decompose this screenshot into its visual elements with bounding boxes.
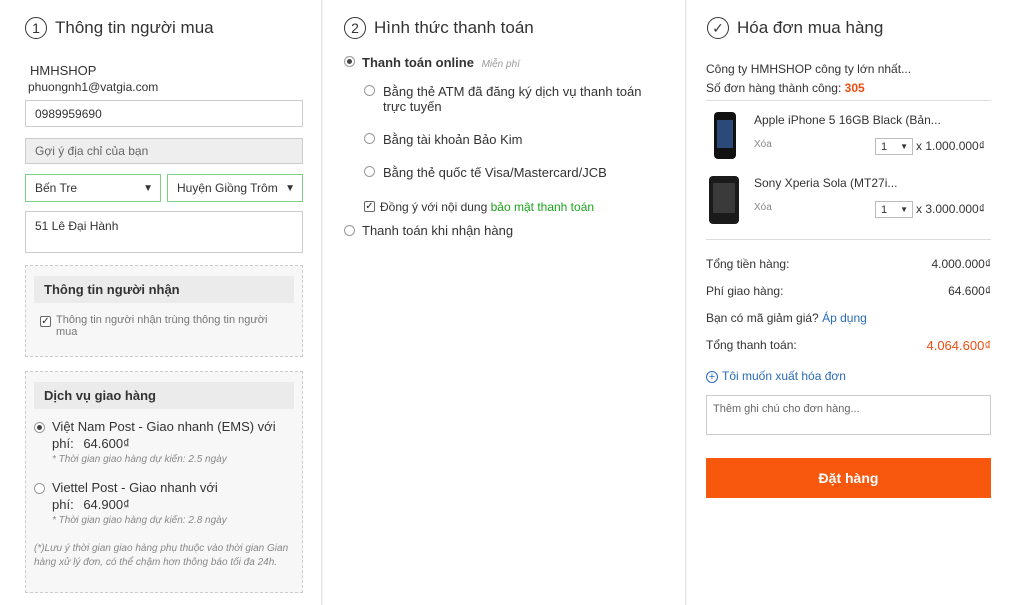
coupon-row: Bạn có mã giảm giá? Áp dụng	[706, 311, 867, 325]
chevron-down-icon: ▼	[285, 182, 295, 194]
buyer-title-text: Thông tin người mua	[55, 18, 214, 37]
agree-label: Đồng ý với nội dung bảo mật thanh toán	[380, 200, 594, 214]
step-number-1: 1	[25, 17, 47, 39]
shop-name: Công ty HMHSHOP công ty lớn nhất...	[706, 62, 912, 76]
invoice-section-title: ✓ Hóa đơn mua hàng	[707, 17, 883, 39]
shipping-box: Dịch vụ giao hàng Việt Nam Post - Giao n…	[25, 371, 303, 593]
quantity-select[interactable]: 1 ▼	[875, 201, 913, 218]
buyer-name: HMHSHOP	[30, 63, 97, 78]
checkmark-icon: ✓	[707, 17, 729, 39]
shipping-option-vnpost-radio[interactable]	[34, 422, 45, 433]
quantity-value: 1	[881, 203, 888, 216]
fee-value: 64.600₫	[83, 436, 130, 451]
iphone-thumbnail	[714, 112, 736, 159]
shipping-option-vnpost-fee: phí: 64.600₫	[52, 436, 130, 451]
buyer-email: phuongnh1@vatgia.com	[28, 80, 159, 94]
buyer-section-title: 1 Thông tin người mua	[25, 17, 214, 39]
divider	[706, 239, 991, 240]
cart-item-price: x 3.000.000₫	[916, 202, 985, 216]
plus-circle-icon: +	[706, 371, 718, 383]
fee-value: 64.900₫	[83, 497, 130, 512]
free-badge: Miễn phí	[481, 59, 520, 70]
chevron-down-icon: ▼	[900, 205, 908, 214]
fee-label: phí:	[52, 436, 74, 451]
invoice-title-text: Hóa đơn mua hàng	[737, 18, 884, 37]
quantity-value: 1	[881, 140, 888, 153]
subtotal-value: 4.000.000₫	[931, 257, 991, 271]
address-input[interactable]: 51 Lê Đại Hành	[25, 211, 303, 253]
step-number-2: 2	[344, 17, 366, 39]
quantity-select[interactable]: 1 ▼	[875, 138, 913, 155]
remove-item-link[interactable]: Xóa	[754, 202, 772, 213]
payment-method-atm-radio[interactable]	[364, 85, 375, 96]
receiver-box: Thông tin người nhận ✓ Thông tin người n…	[25, 265, 303, 357]
apply-coupon-link[interactable]: Áp dụng	[822, 311, 867, 325]
divider	[706, 100, 991, 101]
agree-text: Đồng ý với nội dung	[380, 200, 488, 214]
shipping-option-viettel-fee: phí: 64.900₫	[52, 497, 130, 512]
success-count: 305	[844, 81, 865, 95]
payment-method-atm-label: Bằng thẻ ATM đã đăng ký dịch vụ thanh to…	[383, 84, 642, 114]
shipping-note: (*)Lưu ý thời gian giao hàng phụ thuộc v…	[34, 543, 289, 568]
shipping-fee-value: 64.600₫	[948, 284, 991, 298]
receiver-title: Thông tin người nhận	[34, 276, 294, 303]
shipping-fee-label: Phí giao hàng:	[706, 284, 784, 298]
place-order-button[interactable]: Đặt hàng	[706, 458, 991, 498]
agree-checkbox[interactable]: ✓	[364, 201, 375, 212]
buyer-column: 1 Thông tin người mua HMHSHOP phuongnh1@…	[0, 0, 322, 605]
subtotal-label: Tổng tiền hàng:	[706, 257, 790, 271]
shipping-option-vnpost-label: Việt Nam Post - Giao nhanh (EMS) với	[52, 419, 276, 434]
chevron-down-icon: ▼	[900, 142, 908, 151]
remove-item-link[interactable]: Xóa	[754, 139, 772, 150]
province-value: Bến Tre	[35, 181, 78, 195]
phone-input[interactable]: 0989959690	[25, 100, 303, 127]
success-count-row: Số đơn hàng thành công: 305	[706, 81, 865, 95]
district-value: Huyện Giồng Trôm	[177, 181, 278, 195]
total-label: Tổng thanh toán:	[706, 338, 797, 352]
shipping-option-viettel-label: Viettel Post - Giao nhanh với	[52, 480, 218, 495]
district-select[interactable]: Huyện Giồng Trôm ▼	[167, 174, 303, 202]
payment-security-link[interactable]: bảo mật thanh toán	[491, 200, 594, 214]
payment-column: 2 Hình thức thanh toán Thanh toán online…	[323, 0, 686, 605]
payment-online-text: Thanh toán online	[362, 55, 474, 70]
coupon-label: Bạn có mã giảm giá?	[706, 311, 819, 325]
shipping-option-viettel-radio[interactable]	[34, 483, 45, 494]
invoice-request-link[interactable]: + Tôi muốn xuất hóa đơn	[706, 369, 846, 383]
invoice-column: ✓ Hóa đơn mua hàng Công ty HMHSHOP công …	[687, 0, 1012, 605]
payment-method-baokim-label: Bằng tài khoản Bảo Kim	[383, 132, 523, 147]
payment-online-label: Thanh toán online Miễn phí	[362, 55, 520, 70]
payment-method-baokim-radio[interactable]	[364, 133, 375, 144]
shipping-option-viettel-eta: * Thời gian giao hàng dự kiến: 2.8 ngày	[52, 515, 227, 526]
shipping-title: Dịch vụ giao hàng	[34, 382, 294, 409]
fee-label: phí:	[52, 497, 74, 512]
payment-section-title: 2 Hình thức thanh toán	[344, 17, 534, 39]
payment-cod-radio[interactable]	[344, 225, 355, 236]
payment-cod-label: Thanh toán khi nhận hàng	[362, 223, 514, 238]
payment-method-visa-radio[interactable]	[364, 166, 375, 177]
payment-method-visa-label: Bằng thẻ quốc tế Visa/Mastercard/JCB	[383, 165, 607, 180]
shipping-option-vnpost-eta: * Thời gian giao hàng dự kiến: 2.5 ngày	[52, 454, 227, 465]
success-label: Số đơn hàng thành công:	[706, 81, 842, 95]
cart-item-name[interactable]: Apple iPhone 5 16GB Black (Bản...	[754, 113, 941, 127]
cart-item-name[interactable]: Sony Xperia Sola (MT27i...	[754, 176, 897, 190]
cart-item-price: x 1.000.000₫	[916, 139, 985, 153]
chevron-down-icon: ▼	[143, 182, 153, 194]
payment-title-text: Hình thức thanh toán	[374, 18, 534, 37]
province-select[interactable]: Bến Tre ▼	[25, 174, 161, 202]
invoice-request-text: Tôi muốn xuất hóa đơn	[722, 369, 846, 383]
address-hint-input[interactable]: Gợi ý địa chỉ của bạn	[25, 138, 303, 164]
order-note-input[interactable]: Thêm ghi chú cho đơn hàng...	[706, 395, 991, 435]
xperia-thumbnail	[709, 176, 739, 224]
same-info-label: Thông tin người nhận trùng thông tin ngư…	[56, 314, 268, 338]
payment-online-radio[interactable]	[344, 56, 355, 67]
same-info-checkbox[interactable]: ✓	[40, 316, 51, 327]
total-value: 4.064.600₫	[926, 338, 991, 353]
